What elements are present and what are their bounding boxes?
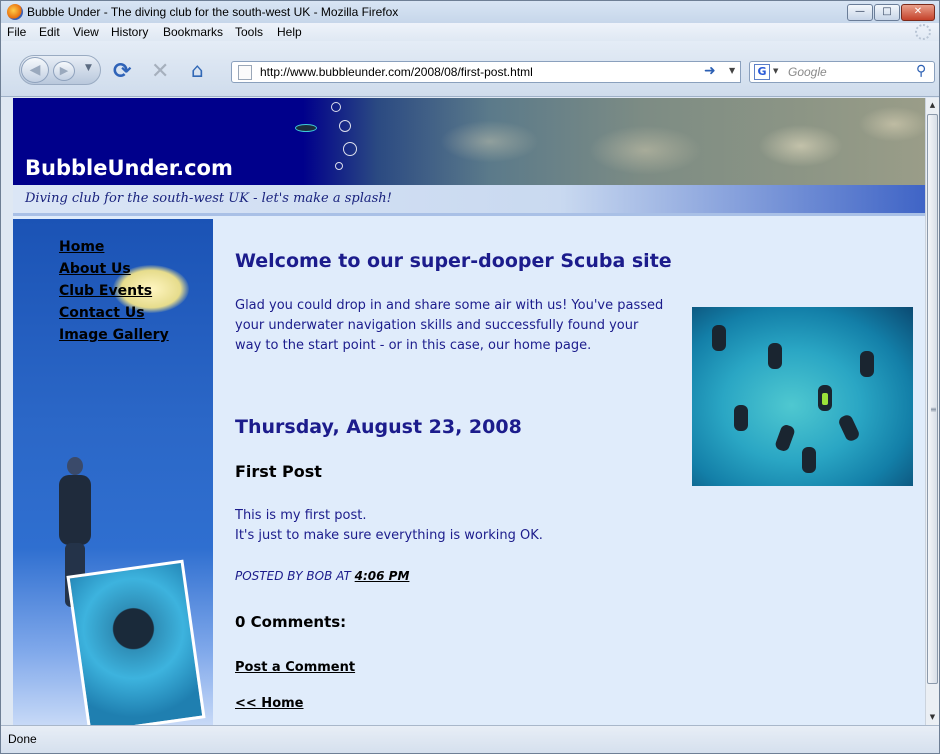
post-body: This is my first post. It's just to make… [235, 506, 543, 546]
minimize-button[interactable]: — [847, 4, 873, 21]
posted-by-label: POSTED BY BOB AT [235, 569, 351, 583]
tagline-bar: Diving club for the south-west UK - let'… [13, 185, 925, 216]
menu-bookmarks[interactable]: Bookmarks [163, 25, 223, 39]
url-text[interactable]: http://www.bubbleunder.com/2008/08/first… [260, 65, 533, 79]
post-time-link[interactable]: 4:06 PM [355, 569, 410, 583]
menu-edit[interactable]: Edit [39, 25, 60, 39]
post-title: First Post [235, 462, 322, 481]
browser-window: Bubble Under - The diving club for the s… [0, 0, 940, 754]
divers-group-photo [692, 307, 913, 486]
nav-link-club-events[interactable]: Club Events [59, 283, 152, 299]
nav-link-image-gallery[interactable]: Image Gallery [59, 327, 169, 343]
maximize-button[interactable]: □ [874, 4, 900, 21]
home-icon[interactable]: ⌂ [191, 58, 204, 82]
menu-bar: File Edit View History Bookmarks Tools H… [1, 23, 939, 41]
reload-icon[interactable]: ⟳ [113, 59, 131, 84]
diver-figure [802, 447, 816, 473]
scroll-down-icon[interactable]: ▼ [926, 710, 939, 724]
post-body-line: This is my first post. [235, 508, 367, 523]
welcome-heading: Welcome to our super-dooper Scuba site [235, 250, 672, 272]
title-bar: Bubble Under - The diving club for the s… [1, 1, 939, 23]
diver-figure [712, 325, 726, 351]
tank-highlight [822, 393, 828, 405]
bubble-decoration [335, 162, 343, 170]
nav-link-home[interactable]: Home [59, 239, 104, 255]
history-dropdown-icon[interactable]: ▼ [85, 63, 92, 73]
vertical-scrollbar[interactable]: ▲ ≡ ▼ [925, 98, 939, 725]
scroll-thumb[interactable]: ≡ [927, 114, 938, 684]
navigation-toolbar: ◀ ▶ ▼ ⟳ ✕ ⌂ http://www.bubbleunder.com/2… [1, 41, 939, 97]
engine-dropdown-icon[interactable]: ▼ [773, 67, 778, 75]
sidebar: Home About Us Club Events Contact Us Ima… [13, 219, 213, 725]
bubble-decoration [343, 142, 357, 156]
date-header: Thursday, August 23, 2008 [235, 416, 522, 438]
page-viewport: BubbleUnder.com Diving club for the sout… [13, 98, 925, 725]
site-logo: BubbleUnder.com [25, 156, 233, 180]
comments-heading: 0 Comments: [235, 613, 347, 631]
bubble-decoration [331, 102, 341, 112]
coral-reef-banner [303, 98, 925, 185]
menu-view[interactable]: View [73, 25, 99, 39]
menu-history[interactable]: History [111, 25, 148, 39]
status-text: Done [8, 732, 37, 746]
site-nav: Home About Us Club Events Contact Us Ima… [59, 239, 169, 349]
home-link[interactable]: << Home [235, 696, 304, 711]
diver-mask-photo [66, 559, 206, 725]
post-comment-link[interactable]: Post a Comment [235, 660, 355, 675]
scroll-up-icon[interactable]: ▲ [926, 98, 939, 112]
diver-figure [773, 423, 797, 453]
menu-tools[interactable]: Tools [235, 25, 263, 39]
post-body-line: It's just to make sure everything is wor… [235, 528, 543, 543]
bubble-decoration [339, 120, 351, 132]
post-footer: POSTED BY BOB AT 4:06 PM [235, 569, 409, 583]
grip-icon: ≡ [930, 405, 937, 414]
diver-figure [837, 413, 861, 443]
google-engine-icon[interactable]: G [754, 64, 770, 80]
activity-throbber-icon [915, 24, 931, 40]
site-tagline: Diving club for the south-west UK - let'… [25, 191, 392, 206]
address-bar[interactable]: http://www.bubbleunder.com/2008/08/first… [231, 61, 741, 83]
nav-link-contact-us[interactable]: Contact Us [59, 305, 145, 321]
stop-icon[interactable]: ✕ [151, 59, 169, 84]
diver-figure [860, 351, 874, 377]
nav-link-about-us[interactable]: About Us [59, 261, 131, 277]
diver-figure [734, 405, 748, 431]
page-icon [238, 65, 252, 80]
back-arrow-icon[interactable]: ◀ [21, 57, 49, 83]
menu-help[interactable]: Help [277, 25, 302, 39]
diver-figure [768, 343, 782, 369]
fish-image [295, 124, 317, 132]
menu-file[interactable]: File [7, 25, 26, 39]
window-title: Bubble Under - The diving club for the s… [27, 5, 399, 19]
intro-paragraph: Glad you could drop in and share some ai… [235, 298, 664, 353]
magnifier-icon[interactable]: ⚲ [916, 63, 926, 79]
go-arrow-icon[interactable]: ➜ [704, 63, 716, 79]
forward-arrow-icon[interactable]: ▶ [53, 61, 75, 81]
firefox-icon [7, 4, 23, 20]
status-bar: Done [1, 725, 939, 753]
search-box[interactable]: G ▼ Google ⚲ [749, 61, 935, 83]
search-placeholder[interactable]: Google [788, 65, 827, 79]
close-button[interactable]: ✕ [901, 4, 935, 21]
url-dropdown-icon[interactable]: ▼ [729, 66, 735, 75]
site-header: BubbleUnder.com [13, 98, 925, 185]
